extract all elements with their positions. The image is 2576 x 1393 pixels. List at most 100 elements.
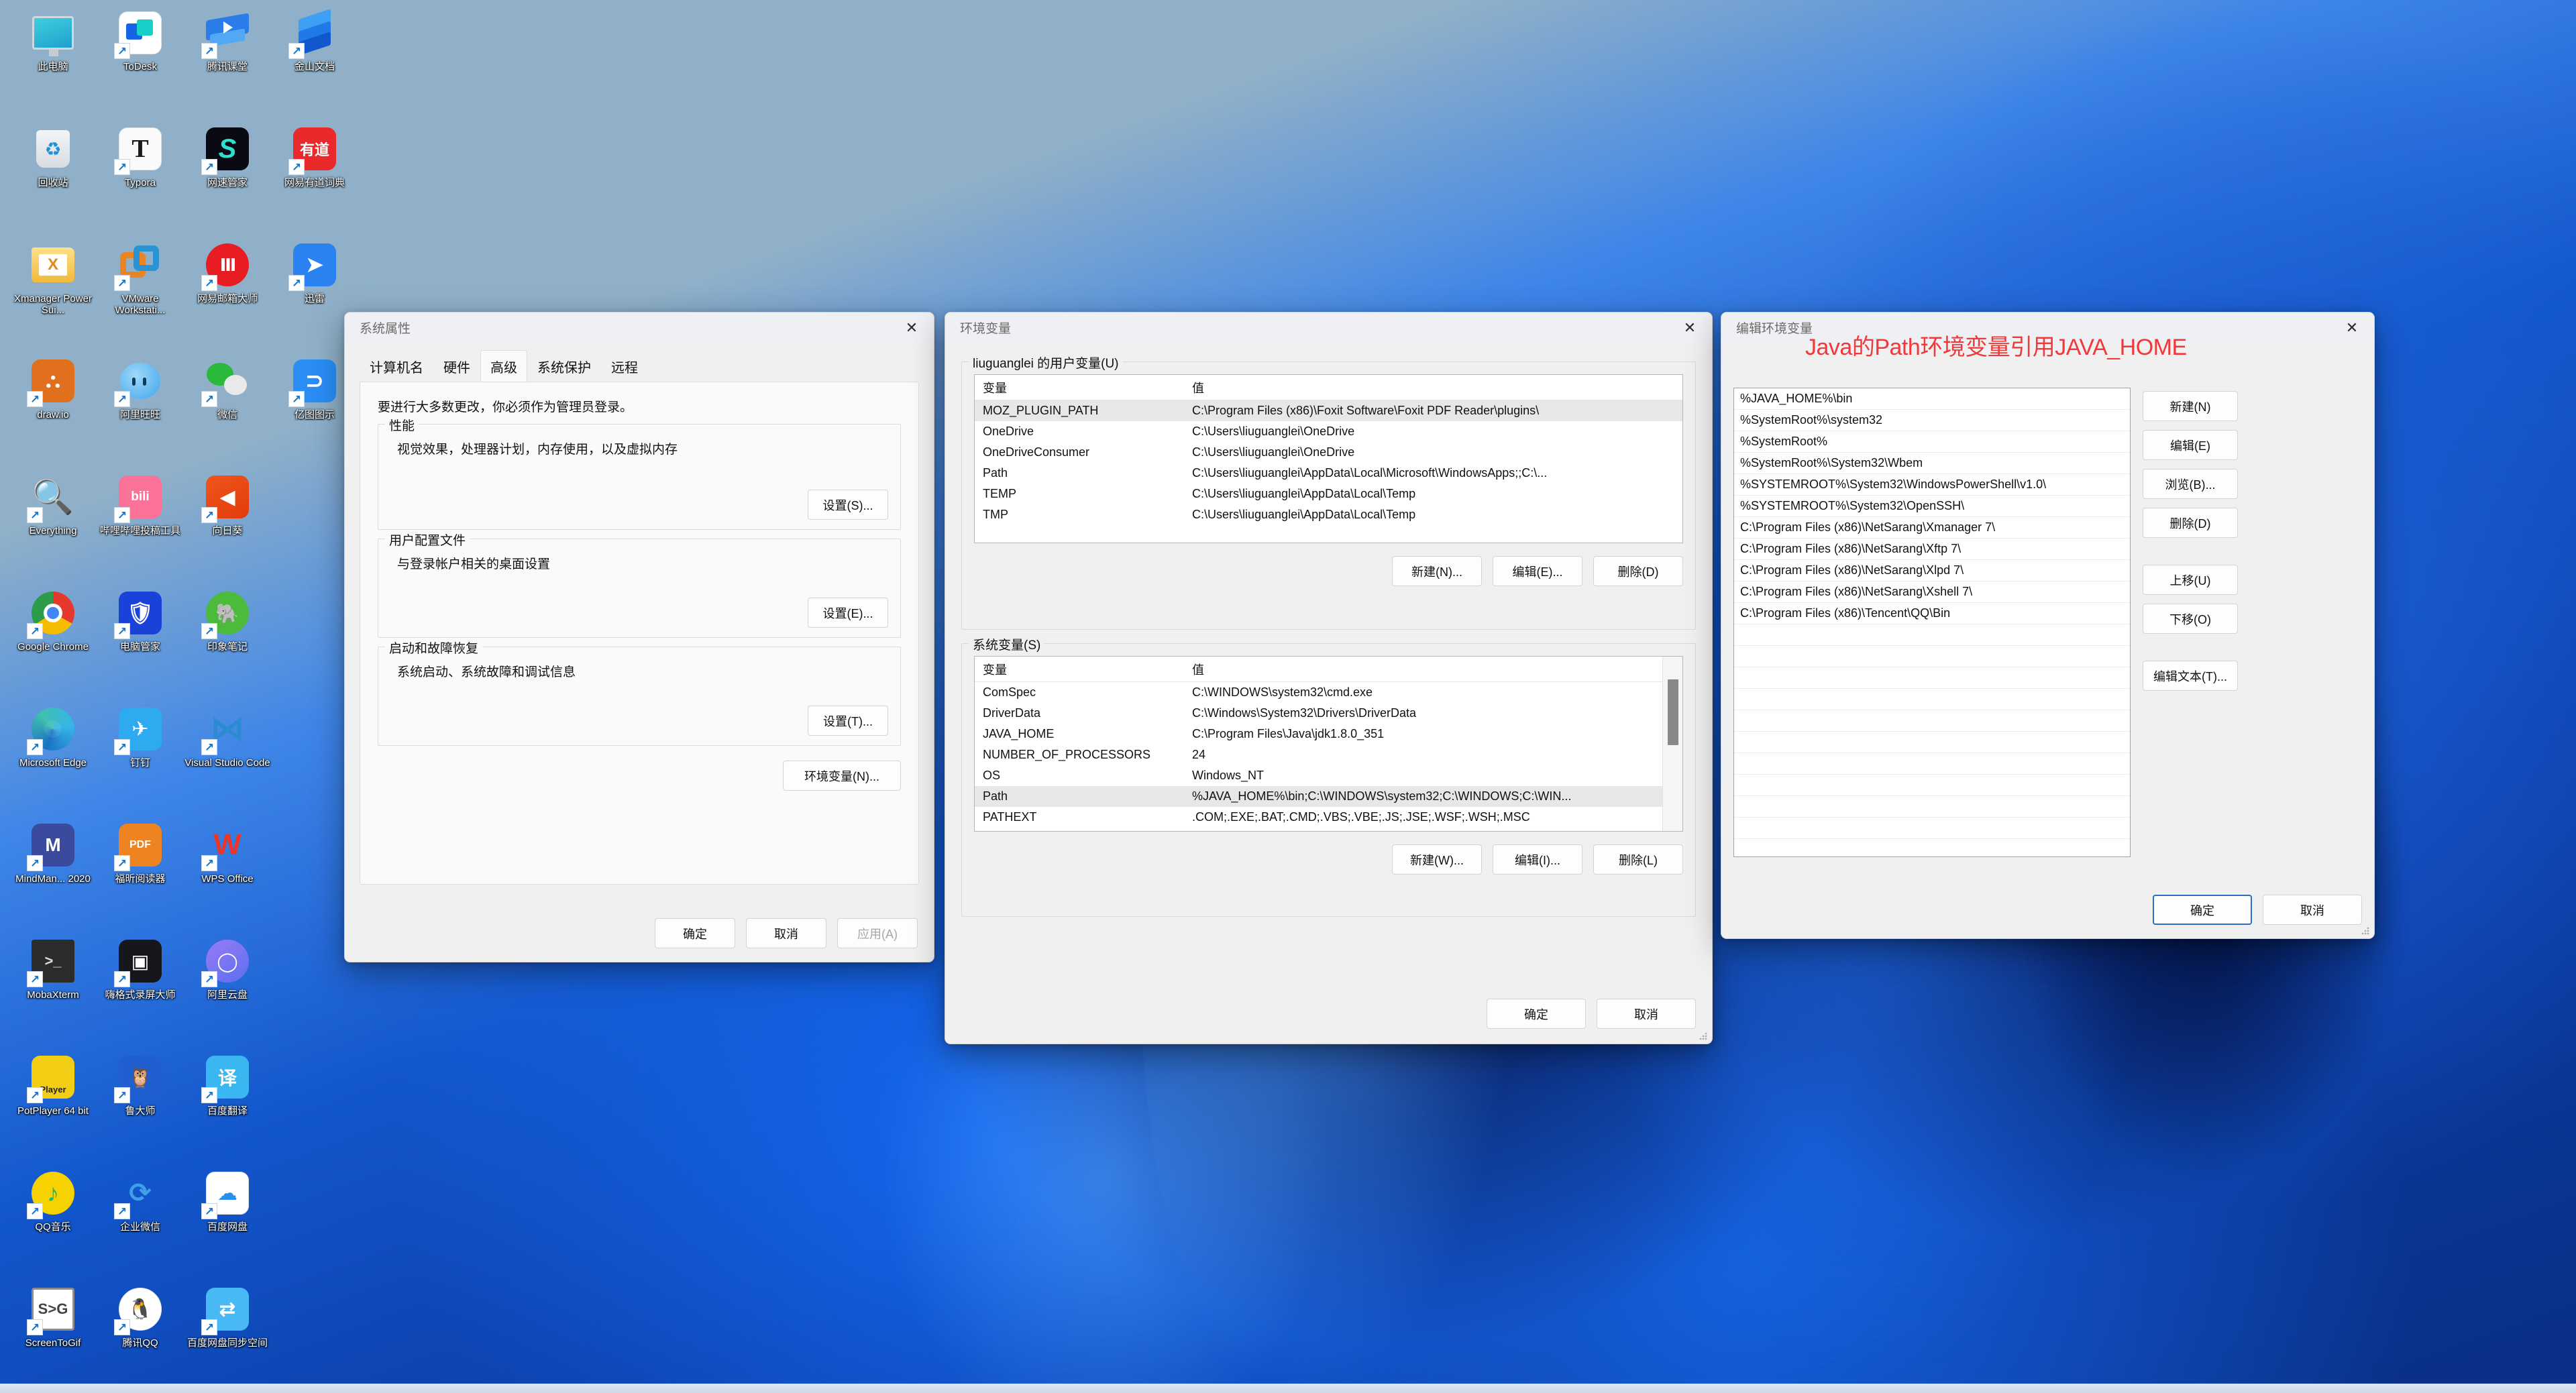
path-entry-row[interactable]: C:\Program Files (x86)\NetSarang\Xlpd 7\ [1734,560,2130,581]
path-entry-row[interactable]: %SYSTEMROOT%\System32\WindowsPowerShell\… [1734,474,2130,496]
table-row[interactable]: TEMP C:\Users\liuguanglei\AppData\Local\T… [975,484,1682,504]
desktop-icon[interactable]: ♻ 回收站 [9,120,97,236]
startup-recovery-settings-button[interactable]: 设置(T)... [808,706,888,736]
path-entry-row-empty[interactable]: . [1734,753,2130,775]
ok-button[interactable]: 确定 [1487,999,1586,1029]
table-row[interactable]: NUMBER_OF_PROCESSORS 24 [975,744,1682,765]
path-edit-button[interactable]: 编辑(E) [2143,430,2238,460]
desktop-icon[interactable]: ◀ 向日葵 [184,468,271,584]
close-icon[interactable]: ✕ [890,313,934,343]
table-row[interactable]: ComSpec C:\WINDOWS\system32\cmd.exe [975,682,1682,703]
path-move-up-button[interactable]: 上移(U) [2143,565,2238,595]
desktop-icon[interactable]: ☁ 百度网盘 [184,1164,271,1280]
desktop-icon[interactable]: 腾讯课堂 [184,4,271,120]
desktop-icon[interactable]: 译百度翻译 [184,1048,271,1164]
table-row[interactable]: TMP C:\Users\liuguanglei\AppData\Local\Te… [975,504,1682,525]
desktop-icon[interactable]: 阿里旺旺 [97,352,184,468]
desktop-icon[interactable]: ⇄ 百度网盘同步空间 [184,1280,271,1393]
desktop-icon[interactable]: 🦉 鲁大师 [97,1048,184,1164]
system-variables-scrollbar[interactable] [1662,657,1682,831]
path-entry-row-empty[interactable]: . [1734,624,2130,646]
path-entry-row[interactable]: %SystemRoot%\System32\Wbem [1734,453,2130,474]
path-entry-row[interactable]: C:\Program Files (x86)\NetSarang\Xftp 7\ [1734,539,2130,560]
edit-environment-variable-window[interactable]: 编辑环境变量 ✕ Java的Path环境变量引用JAVA_HOME %JAVA_… [1721,312,2375,939]
desktop-icon[interactable]: ✈ 钉钉 [97,700,184,816]
close-icon[interactable]: ✕ [1668,313,1712,343]
desktop-icon[interactable]: ⛬ draw.io [9,352,97,468]
desktop-icon[interactable]: W WPS Office [184,816,271,932]
system-properties-titlebar[interactable]: 系统属性 ✕ [345,313,934,343]
system-new-button[interactable]: 新建(W)... [1392,844,1482,875]
desktop-icon[interactable]: 微信 [184,352,271,468]
cancel-button[interactable]: 取消 [1597,999,1696,1029]
environment-variables-titlebar[interactable]: 环境变量 ✕ [945,313,1712,343]
environment-variables-window[interactable]: 环境变量 ✕ liuguanglei 的用户变量(U) 变量 值 MOZ_PLU… [945,312,1713,1044]
user-profiles-settings-button[interactable]: 设置(E)... [808,598,888,628]
path-entry-row-empty[interactable]: . [1734,732,2130,753]
desktop-icon[interactable]: VMware Workstati... [97,236,184,352]
table-row[interactable]: PROCESSOR_ARCHITECTUREAMD64 [975,828,1682,831]
system-properties-window[interactable]: 系统属性 ✕ 计算机名 硬件 高级 系统保护 远程 要进行大多数更改，你必须作为管理员登… [344,312,934,962]
environment-variables-button[interactable]: 环境变量(N)... [783,761,901,791]
desktop-icon[interactable]: M MindMan... 2020 [9,816,97,932]
desktop-icon[interactable]: S 网速管家 [184,120,271,236]
system-edit-button[interactable]: 编辑(I)... [1493,844,1582,875]
path-entry-row-empty[interactable]: . [1734,796,2130,818]
path-entry-row[interactable]: %SystemRoot%\system32 [1734,410,2130,431]
table-row[interactable]: OneDriveConsumer C:\Users\liuguanglei\One… [975,442,1682,463]
desktop-icon[interactable]: 🐧 腾讯QQ [97,1280,184,1393]
desktop-icon[interactable]: 🐘 印象笔记 [184,584,271,700]
close-icon[interactable]: ✕ [2330,313,2374,343]
desktop-icon[interactable]: ToDesk [97,4,184,120]
path-entry-row[interactable]: C:\Program Files (x86)\NetSarang\Xmanage… [1734,517,2130,539]
tab-0[interactable]: 计算机名 [360,350,433,382]
system-delete-button[interactable]: 删除(L) [1593,844,1683,875]
resize-grip-icon[interactable] [1699,1032,1709,1041]
path-entry-row-empty[interactable]: . [1734,667,2130,689]
cancel-button[interactable]: 取消 [746,918,826,948]
path-entry-row-empty[interactable]: . [1734,818,2130,839]
user-delete-button[interactable]: 删除(D) [1593,556,1683,586]
path-entry-row[interactable]: C:\Program Files (x86)\NetSarang\Xshell … [1734,581,2130,603]
path-browse-button[interactable]: 浏览(B)... [2143,469,2238,499]
desktop-icon[interactable]: >_ MobaXterm [9,932,97,1048]
user-variables-list[interactable]: 变量 值 MOZ_PLUGIN_PATH C:\Program Files (x8… [974,374,1683,543]
path-edit-text-button[interactable]: 编辑文本(T)... [2143,661,2238,691]
path-entries-list[interactable]: %JAVA_HOME%\bin %SystemRoot%\system32 %Sys… [1733,388,2131,857]
desktop-icon[interactable]: 有道网易有道词典 [271,120,358,236]
tab-4[interactable]: 远程 [601,350,648,382]
system-variables-list[interactable]: 变量 值 ComSpec C:\WINDOWS\system32\cmd.exe D… [974,656,1683,832]
table-row[interactable]: MOZ_PLUGIN_PATH C:\Program Files (x86)\Fo… [975,400,1682,421]
desktop-icon[interactable]: 🔍 Everything [9,468,97,584]
desktop-icon[interactable]: X Xmanager Power Sui... [9,236,97,352]
ok-button[interactable]: 确定 [2153,895,2252,925]
desktop-icon[interactable]: 🛡 电脑管家 [97,584,184,700]
desktop-icon[interactable]: ♪ QQ音乐 [9,1164,97,1280]
desktop-icon[interactable]: Google Chrome [9,584,97,700]
path-entry-row[interactable]: %SystemRoot% [1734,431,2130,453]
desktop-icon[interactable]: T Typora [97,120,184,236]
desktop-icon[interactable]: ▣ 嗨格式录屏大师 [97,932,184,1048]
desktop-icon[interactable]: S>G ScreenToGif [9,1280,97,1393]
desktop-icon[interactable]: ◯ 阿里云盘 [184,932,271,1048]
path-delete-button[interactable]: 删除(D) [2143,508,2238,538]
desktop-icon[interactable]: ⋈ Visual Studio Code [184,700,271,816]
desktop-icon[interactable]: 此电脑 [9,4,97,120]
path-entry-row-empty[interactable]: . [1734,775,2130,796]
tab-3[interactable]: 系统保护 [527,350,601,382]
desktop-icon[interactable]: Player PotPlayer 64 bit [9,1048,97,1164]
tab-1[interactable]: 硬件 [433,350,480,382]
table-row[interactable]: Path %JAVA_HOME%\bin;C:\WINDOWS\system32;… [975,786,1682,807]
resize-grip-icon[interactable] [2361,926,2371,936]
table-row[interactable]: JAVA_HOME C:\Program Files\Java\jdk1.8.0_… [975,724,1682,744]
cancel-button[interactable]: 取消 [2263,895,2362,925]
desktop-icon[interactable]: 金山文档 [271,4,358,120]
desktop-icon[interactable]: Ⅲ 网易邮箱大师 [184,236,271,352]
desktop-icon[interactable]: Microsoft Edge [9,700,97,816]
table-row[interactable]: PATHEXT .COM;.EXE;.BAT;.CMD;.VBS;.VBE;.JS… [975,807,1682,828]
path-entry-row-empty[interactable]: . [1734,710,2130,732]
path-move-down-button[interactable]: 下移(O) [2143,604,2238,634]
scrollbar-thumb[interactable] [1668,679,1678,745]
path-entry-row-empty[interactable]: . [1734,839,2130,856]
ok-button[interactable]: 确定 [655,918,735,948]
